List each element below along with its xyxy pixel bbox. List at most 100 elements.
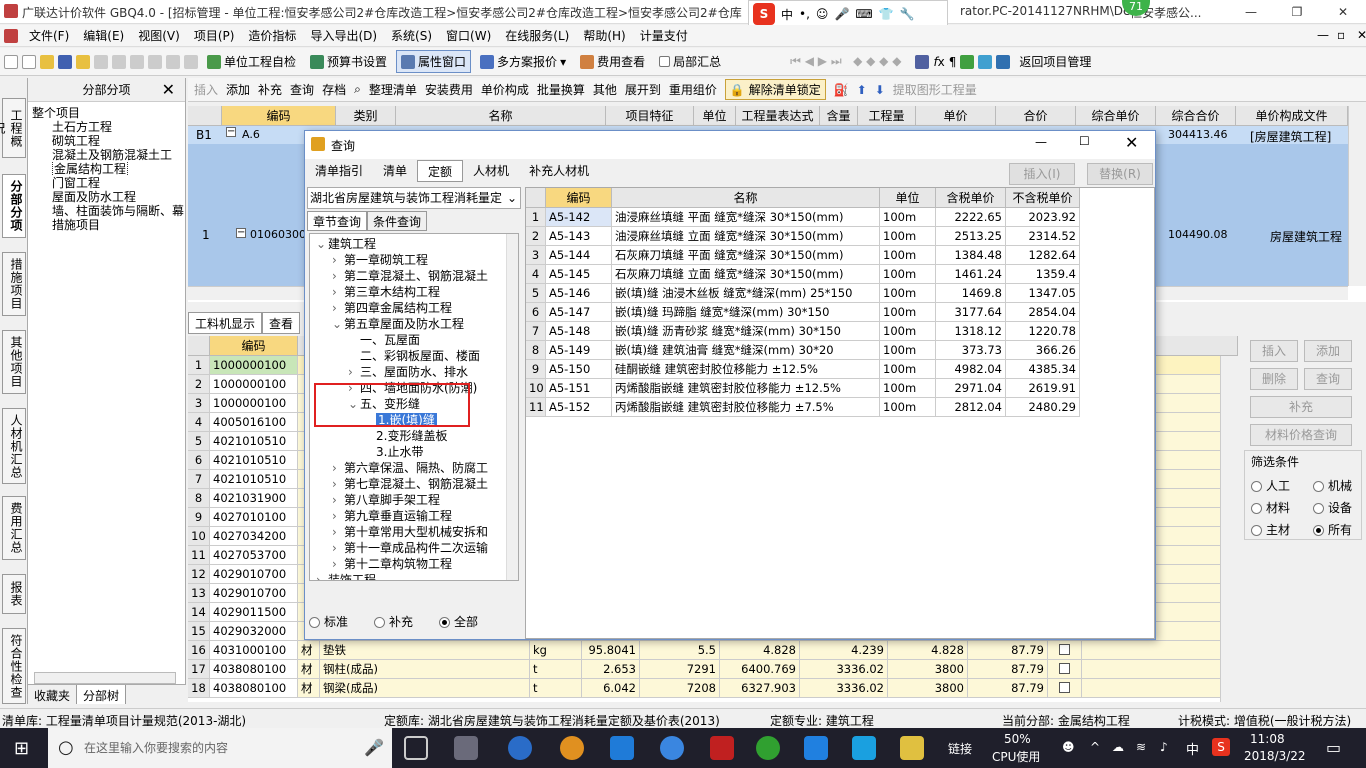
grid1-vscrollbar[interactable] <box>1348 106 1366 286</box>
tab-list-guide[interactable]: 清单指引 <box>305 160 373 182</box>
expand-chevron-icon[interactable]: ⌄ <box>316 236 328 252</box>
tab-overview[interactable]: 工程概况 <box>0 98 26 158</box>
book-icon[interactable] <box>960 54 975 69</box>
move-down-icon[interactable]: ⬇ <box>875 83 885 97</box>
batch-convert-button[interactable]: 批量换算 <box>537 81 585 98</box>
expand-chevron-icon[interactable]: › <box>332 460 344 476</box>
tree-item[interactable]: 整个项目 <box>32 106 185 120</box>
expand-chevron-icon[interactable]: › <box>332 252 344 268</box>
tray-wifi-icon[interactable]: ≋ <box>1136 740 1146 754</box>
new-file-icon[interactable] <box>4 54 18 69</box>
tab-labor-material[interactable]: 人材机汇总 <box>2 408 26 484</box>
grid-icon[interactable] <box>996 54 1011 69</box>
reuse-pricing-button[interactable]: 重用组价 <box>669 81 717 98</box>
move-up-icon[interactable]: ⬆ <box>857 83 867 97</box>
gbq-app-icon[interactable] <box>900 736 924 760</box>
app-menu-icon[interactable] <box>4 28 18 43</box>
nav-hscrollbar[interactable] <box>34 672 176 684</box>
new-icon[interactable] <box>22 54 36 69</box>
skin-icon[interactable]: 👕 <box>879 7 894 21</box>
expand-chevron-icon[interactable]: › <box>316 572 328 580</box>
chapter-tree-item[interactable]: › 第十一章成品构件二次运输 <box>332 540 488 556</box>
col-header-type[interactable]: 类别 <box>336 106 396 126</box>
tab-division-tree[interactable]: 分部树 <box>77 685 127 704</box>
col-header-file[interactable]: 单价构成文件 <box>1236 106 1348 126</box>
property-window-button[interactable]: 属性窗口 <box>396 50 472 73</box>
side-supplement-button[interactable]: 补充 <box>1250 396 1352 418</box>
quota-library-select[interactable]: 湖北省房屋建筑与装饰工程消耗量定 ⌄ <box>307 187 521 209</box>
tools-icon[interactable]: 🔧 <box>900 7 915 21</box>
supplement-button[interactable]: 补充 <box>258 81 282 98</box>
chapter-tree-item[interactable]: 3.止水带 <box>364 444 423 460</box>
material-price-query-button[interactable]: 材料价格查询 <box>1250 424 1352 446</box>
tab-report[interactable]: 报表 <box>2 574 26 614</box>
tray-sogou-icon[interactable]: S <box>1212 738 1230 756</box>
ime-toolbar[interactable]: S 中 •, ☺ 🎤 ⌨ 👕 🔧 <box>748 0 948 28</box>
tree-item[interactable]: 砌筑工程 <box>32 134 185 148</box>
emoji-icon[interactable]: ☺ <box>816 7 829 21</box>
app-g-icon[interactable] <box>710 736 734 760</box>
insert-button[interactable]: 插入 <box>194 81 218 98</box>
grid2-vscrollbar[interactable] <box>1220 356 1238 702</box>
partial-summary-button[interactable]: 局部汇总 <box>654 50 726 73</box>
menu-system[interactable]: 系统(S) <box>384 27 439 44</box>
multi-scheme-button[interactable]: 多方案报价 ▾ <box>475 50 571 73</box>
chapter-tree-item[interactable]: 二、彩钢板屋面、楼面 <box>348 348 480 364</box>
restore-button[interactable]: ❐ <box>1274 0 1320 24</box>
tray-chevron-icon[interactable]: ^ <box>1090 740 1100 754</box>
table-row[interactable]: 8 A5-149 嵌(填)缝 建筑油膏 缝宽*缝深(mm) 30*20 100m 373… <box>526 341 1080 360</box>
menu-file[interactable]: 文件(F) <box>22 27 76 44</box>
table-row[interactable]: 5 A5-146 嵌(填)缝 油浸木丝板 缝宽*缝深(mm) 25*150 100m 1… <box>526 284 1080 303</box>
tree-item[interactable]: 门窗工程 <box>32 176 185 190</box>
tab-quota[interactable]: 定额 <box>417 160 464 182</box>
radio-standard[interactable]: 标准 <box>309 613 348 630</box>
filter-machine[interactable]: 机械 <box>1313 477 1352 494</box>
install-fee-button[interactable]: 安装费用 <box>425 81 473 98</box>
expand-chevron-icon[interactable]: › <box>332 556 344 572</box>
expand-chevron-icon[interactable]: › <box>348 364 360 380</box>
expand-chevron-icon[interactable]: ⌄ <box>332 316 344 332</box>
chapter-tree-item[interactable]: › 三、屋面防水、排水 <box>348 364 468 380</box>
tab-other[interactable]: 其他项目 <box>2 330 26 394</box>
expand-chevron-icon[interactable]: › <box>332 540 344 556</box>
fee-view-button[interactable]: 费用查看 <box>575 50 650 73</box>
col-header-comp-price[interactable]: 综合单价 <box>1076 106 1156 126</box>
chapter-tree-item[interactable]: › 第六章保温、隔热、防腐工 <box>332 460 488 476</box>
col-header-comp-amount[interactable]: 综合合价 <box>1156 106 1236 126</box>
add-button[interactable]: 添加 <box>226 81 250 98</box>
copy-icon[interactable] <box>112 54 126 69</box>
chapter-tree-item[interactable]: › 第九章垂直运输工程 <box>332 508 452 524</box>
formula-icon[interactable]: fx <box>933 55 944 69</box>
tab-condition-query[interactable]: 条件查询 <box>367 211 428 231</box>
expand-chevron-icon[interactable]: › <box>332 268 344 284</box>
calculator-icon[interactable] <box>915 54 930 69</box>
tree-item[interactable]: 措施项目 <box>32 218 185 232</box>
menu-payment[interactable]: 计量支付 <box>633 27 695 44</box>
tab-fee-summary[interactable]: 费用汇总 <box>2 496 26 560</box>
open-folder-icon[interactable] <box>40 54 54 69</box>
fan-app-icon[interactable] <box>454 736 478 760</box>
mdi-close-button[interactable]: ✕ <box>1350 28 1366 42</box>
table-row[interactable]: 3 A5-144 石灰麻刀填缝 平面 缝宽*缝深 30*150(mm) 100m 138… <box>526 246 1080 265</box>
tray-ime[interactable]: 中 <box>1186 739 1199 758</box>
tab-compliance[interactable]: 符合性检查 <box>2 628 26 704</box>
chapter-tree-item[interactable]: › 第十章常用大型机械安拆和 <box>332 524 488 540</box>
col-header-code[interactable]: 编码 <box>546 188 612 208</box>
ie-icon[interactable] <box>508 736 532 760</box>
expand-to-button[interactable]: 展开到 <box>625 81 661 98</box>
tab-items[interactable]: 分部分项 <box>2 174 26 238</box>
dialog-minimize-button[interactable]: — <box>1035 135 1047 149</box>
filter-labor[interactable]: 人工 <box>1251 477 1290 494</box>
chapter-tree-item[interactable]: ⌄ 建筑工程 <box>316 236 376 252</box>
chapter-tree-item[interactable]: › 第七章混凝土、钢筋混凝土 <box>332 476 488 492</box>
query-button[interactable]: 查询 <box>290 81 314 98</box>
col-header-tax-price[interactable]: 含税单价 <box>936 188 1006 208</box>
tab-favorites[interactable]: 收藏夹 <box>28 685 78 704</box>
other-button[interactable]: 其他 <box>593 81 617 98</box>
table-row[interactable]: 2 A5-143 油浸麻丝填缝 立面 缝宽*缝深 30*150(mm) 100m 251… <box>526 227 1080 246</box>
col-header-name[interactable]: 名称 <box>612 188 880 208</box>
tree-item[interactable]: 屋面及防水工程 <box>32 190 185 204</box>
cut-icon[interactable] <box>94 54 108 69</box>
delete-icon[interactable] <box>148 54 162 69</box>
chapter-tree-item[interactable]: 2.变形缝盖板 <box>364 428 447 444</box>
